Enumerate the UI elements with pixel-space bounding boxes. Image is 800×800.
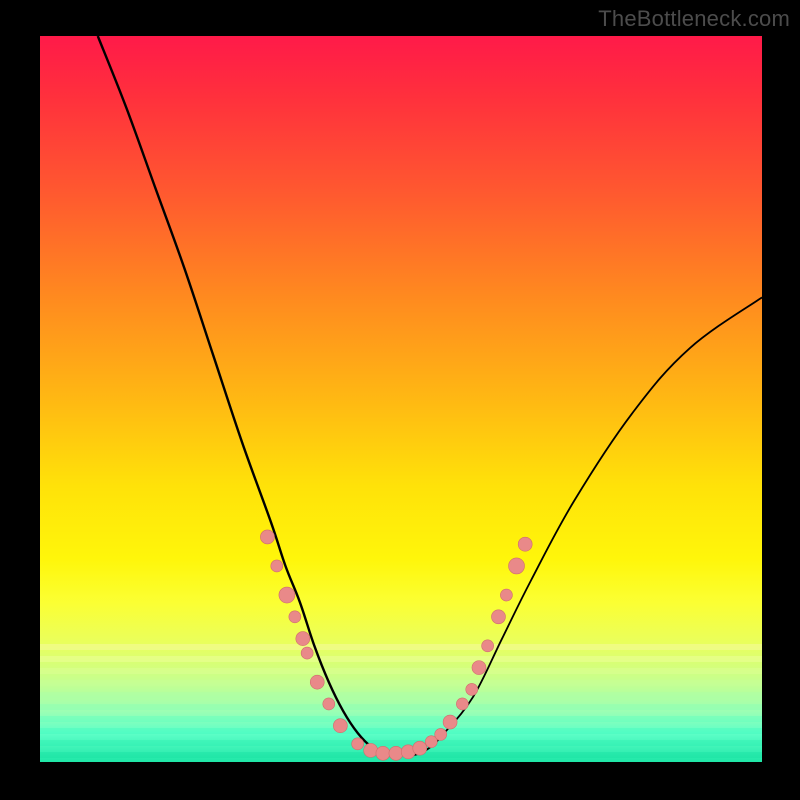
data-point <box>491 610 505 624</box>
data-point <box>376 746 390 760</box>
chart-svg <box>40 36 762 762</box>
data-point <box>482 640 494 652</box>
chart-frame: TheBottleneck.com <box>0 0 800 800</box>
data-point <box>389 746 403 760</box>
data-point <box>352 738 364 750</box>
data-point <box>323 698 335 710</box>
data-point <box>260 530 274 544</box>
data-point <box>271 560 283 572</box>
data-point <box>518 537 532 551</box>
data-point <box>279 587 295 603</box>
curve-right <box>372 297 762 755</box>
data-point <box>296 632 310 646</box>
data-point <box>310 675 324 689</box>
data-point <box>500 589 512 601</box>
data-point <box>509 558 525 574</box>
curve-left <box>98 36 401 755</box>
data-point <box>333 719 347 733</box>
data-point <box>413 741 427 755</box>
data-point <box>466 683 478 695</box>
data-point <box>435 728 447 740</box>
data-point <box>456 698 468 710</box>
data-points <box>260 530 532 760</box>
data-point <box>443 715 457 729</box>
plot-area <box>40 36 762 762</box>
data-point <box>364 743 378 757</box>
data-point <box>472 661 486 675</box>
watermark-text: TheBottleneck.com <box>598 6 790 32</box>
data-point <box>289 611 301 623</box>
data-point <box>301 647 313 659</box>
